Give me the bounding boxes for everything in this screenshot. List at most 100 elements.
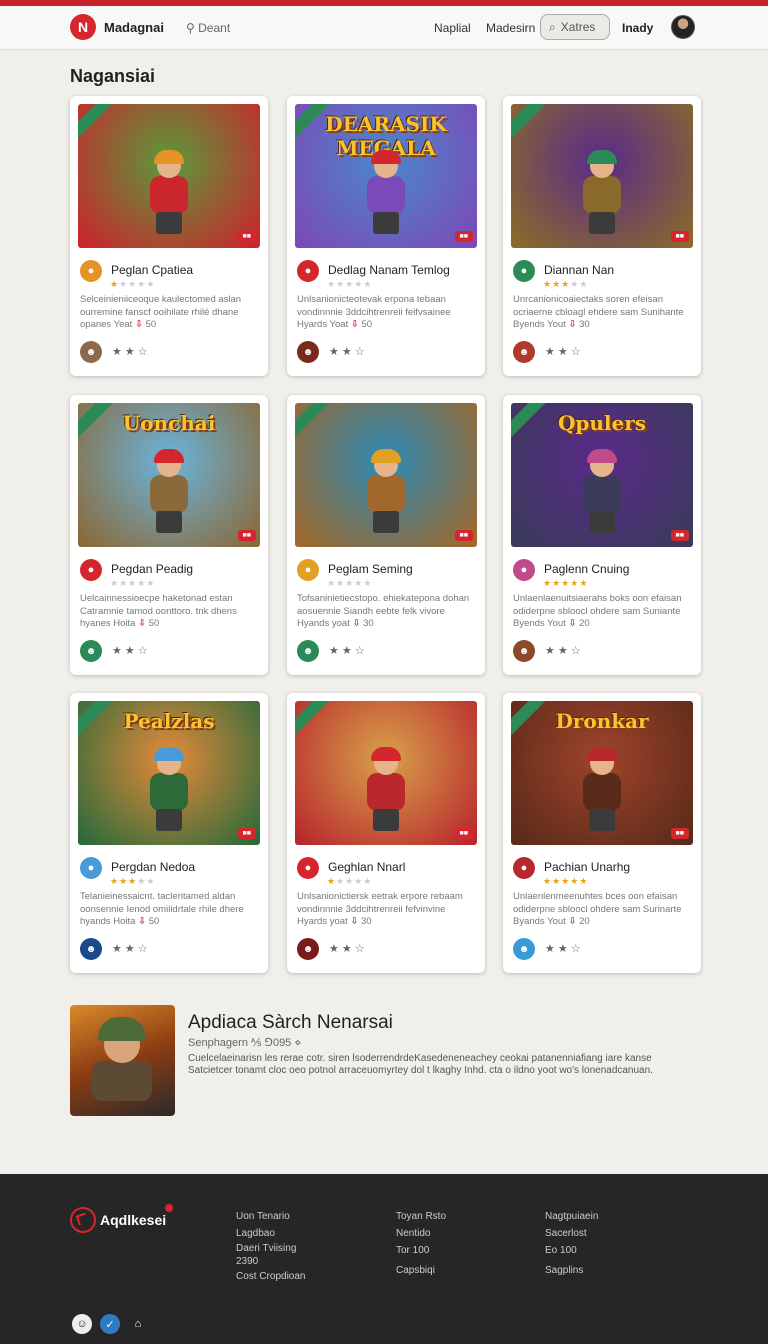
footer-logo-icon[interactable] [70, 1207, 96, 1233]
footer-link[interactable]: Eo 100 [545, 1242, 598, 1259]
app-name[interactable]: Peglan Cpatiea [111, 263, 193, 277]
app-name[interactable]: Pegdan Peadig [111, 562, 193, 576]
featured-title[interactable]: Apdiaca Sàrch Nenarsai [188, 1012, 393, 1034]
app-meta: Hyards yoat ⇩ 30 [297, 916, 372, 927]
app-name[interactable]: Dedlag Nanam Temlog [328, 263, 450, 277]
app-name[interactable]: Diannan Nan [544, 263, 614, 277]
footer-link[interactable]: Sagplins [545, 1262, 598, 1279]
search-input[interactable]: ⌕ Xatres [540, 14, 610, 40]
footer-link[interactable]: Sacerlost [545, 1225, 598, 1242]
footer-link[interactable]: Capsbiqi [396, 1262, 446, 1279]
user-name[interactable]: Inady [622, 21, 653, 35]
developer-avatar[interactable]: ☻ [80, 938, 102, 960]
footer-link[interactable]: Uon Tenario [236, 1208, 305, 1225]
developer-avatar[interactable]: ☻ [80, 640, 102, 662]
rate-stars-control[interactable]: ★★☆ [329, 644, 368, 657]
footer-link[interactable]: Lagdbao [236, 1225, 305, 1242]
app-thumbnail[interactable]: Pealzlas ■■ [78, 701, 260, 845]
developer-avatar[interactable]: ☻ [513, 341, 535, 363]
social-smile-icon[interactable]: ☺ [72, 1314, 92, 1334]
app-icon[interactable]: ● [297, 857, 319, 879]
brand-logo-icon[interactable]: N [70, 14, 96, 40]
character-legs [373, 809, 399, 831]
character-legs [589, 809, 615, 831]
brand-sub-link[interactable]: ⚲ Deant [186, 21, 230, 35]
app-card[interactable]: Dronkar ■■ ● Pachian Unarhg ★★★★★ Unlaen… [503, 693, 701, 973]
app-thumbnail[interactable]: Uonchai ■■ [78, 403, 260, 547]
footer-link[interactable]: 2390 [236, 1255, 305, 1268]
developer-avatar[interactable]: ☻ [297, 341, 319, 363]
featured-app-image[interactable] [70, 1005, 175, 1116]
app-thumbnail[interactable]: ■■ [78, 104, 260, 248]
footer-brand[interactable]: Aqdlkesei [100, 1212, 166, 1228]
app-name[interactable]: Geghlan Nnarl [328, 860, 405, 874]
app-thumbnail[interactable]: Qpulers ■■ [511, 403, 693, 547]
developer-avatar[interactable]: ☻ [297, 938, 319, 960]
footer-link[interactable]: Nagtpuiaein [545, 1208, 598, 1225]
character-body [367, 773, 405, 811]
app-thumbnail[interactable]: ■■ [511, 104, 693, 248]
app-card[interactable]: ■■ ● Peglan Cpatiea ★★★★★ Selceinieniice… [70, 96, 268, 376]
brand-name[interactable]: Madagnai [104, 20, 164, 35]
character-body [583, 475, 621, 513]
app-icon[interactable]: ● [513, 857, 535, 879]
nav-link-1[interactable]: Naplial [434, 21, 471, 35]
app-card[interactable]: ■■ ● Peglam Seming ★★★★★ Tofsaninietiecs… [287, 395, 485, 675]
app-thumbnail[interactable]: ■■ [295, 701, 477, 845]
app-thumbnail[interactable]: DEARASIK MEGALA ■■ [295, 104, 477, 248]
footer-link[interactable]: Daeri Tviising [236, 1242, 305, 1255]
app-icon[interactable]: ● [80, 857, 102, 879]
app-thumbnail[interactable]: ■■ [295, 403, 477, 547]
thumbnail-title-art: Dronkar [555, 709, 649, 733]
rate-stars-control[interactable]: ★★☆ [112, 345, 151, 358]
app-icon[interactable]: ● [297, 260, 319, 282]
app-description: Tofsaninietiecstopo. ehiekatepona dohan … [297, 593, 470, 617]
app-meta-count: 50 [361, 319, 373, 330]
rate-stars-control[interactable]: ★★☆ [545, 942, 584, 955]
home-icon[interactable]: ⌂ [128, 1314, 148, 1334]
footer-link[interactable]: Cost Cropdioan [236, 1268, 305, 1285]
app-card[interactable]: ■■ ● Geghlan Nnarl ★★★★★ Unlsanionictier… [287, 693, 485, 973]
footer-link[interactable]: Toyan Rsto [396, 1208, 446, 1225]
download-icon: ⇩ [568, 319, 577, 330]
rate-stars-control[interactable]: ★★☆ [329, 345, 368, 358]
user-avatar[interactable] [671, 15, 695, 39]
app-icon[interactable]: ● [513, 559, 535, 581]
app-icon[interactable]: ● [297, 559, 319, 581]
character-hat [154, 449, 184, 463]
footer-col-1: Uon Tenario Lagdbao Daeri Tviising 2390 … [236, 1208, 305, 1285]
app-name[interactable]: Pachian Unarhg [544, 860, 630, 874]
app-name[interactable]: Pergdan Nedoa [111, 860, 195, 874]
developer-avatar[interactable]: ☻ [513, 938, 535, 960]
app-icon[interactable]: ● [513, 260, 535, 282]
app-thumbnail[interactable]: Dronkar ■■ [511, 701, 693, 845]
app-name[interactable]: Peglam Seming [328, 562, 413, 576]
developer-avatar[interactable]: ☻ [297, 640, 319, 662]
app-name[interactable]: Paglenn Cnuing [544, 562, 629, 576]
rate-stars-control[interactable]: ★★☆ [545, 345, 584, 358]
rate-stars-control[interactable]: ★★☆ [112, 644, 151, 657]
developer-avatar[interactable]: ☻ [513, 640, 535, 662]
social-globe-icon[interactable]: ✓ [100, 1314, 120, 1334]
site-header: N Madagnai ⚲ Deant Naplial Madesirn ⌕ Xa… [0, 6, 768, 50]
app-card[interactable]: Uonchai ■■ ● Pegdan Peadig ★★★★★ Uelcain… [70, 395, 268, 675]
rate-stars-control[interactable]: ★★☆ [545, 644, 584, 657]
app-card[interactable]: Qpulers ■■ ● Paglenn Cnuing ★★★★★ Unlaen… [503, 395, 701, 675]
app-icon[interactable]: ● [80, 559, 102, 581]
app-card[interactable]: Pealzlas ■■ ● Pergdan Nedoa ★★★★★ Telani… [70, 693, 268, 973]
rate-stars-control[interactable]: ★★☆ [112, 942, 151, 955]
nav-link-2[interactable]: Madesirn [486, 21, 535, 35]
app-card[interactable]: ■■ ● Diannan Nan ★★★★★ Unrcanionicoaiect… [503, 96, 701, 376]
app-card[interactable]: DEARASIK MEGALA ■■ ● Dedlag Nanam Temlog… [287, 96, 485, 376]
character-hat [371, 747, 401, 761]
search-icon: ⌕ [549, 19, 556, 34]
developer-avatar[interactable]: ☻ [80, 341, 102, 363]
thumbnail-ribbon [78, 104, 116, 144]
thumbnail-ribbon [295, 403, 333, 443]
footer-link[interactable]: Nentido [396, 1225, 446, 1242]
app-meta-count: 20 [579, 618, 590, 629]
app-rating-stars: ★★★★★ [327, 578, 373, 588]
footer-link[interactable]: Tor 100 [396, 1242, 446, 1259]
app-icon[interactable]: ● [80, 260, 102, 282]
rate-stars-control[interactable]: ★★☆ [329, 942, 368, 955]
